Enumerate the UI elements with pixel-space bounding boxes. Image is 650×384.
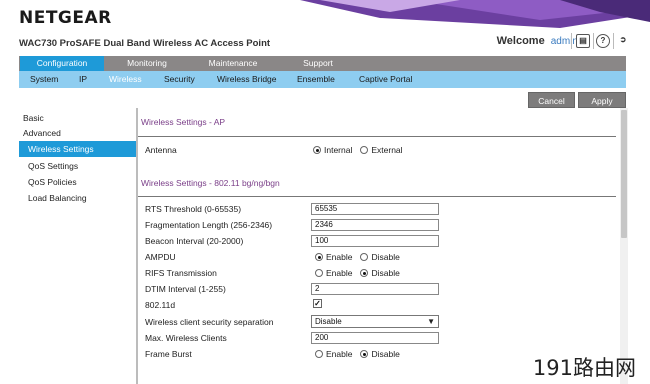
radio-icon[interactable] [360, 253, 369, 261]
dtim-interval-label: DTIM Interval (1-255) [145, 284, 226, 294]
tab-monitoring[interactable]: Monitoring [105, 56, 189, 71]
section-divider [138, 136, 616, 137]
icon-separator [593, 33, 594, 49]
tab-maintenance[interactable]: Maintenance [191, 56, 275, 71]
frame-burst-radio-group: Enable Disable [315, 349, 408, 359]
dot11d-label: 802.11d [145, 300, 176, 310]
side-item-basic[interactable]: Basic [19, 110, 136, 126]
dtim-interval-input[interactable]: 2 [311, 283, 439, 295]
watermark: 191路由网 [532, 356, 636, 380]
subnav-ip[interactable]: IP [79, 71, 87, 88]
radio-icon[interactable] [315, 269, 323, 277]
radio-selected-icon[interactable] [360, 269, 369, 277]
header: NETGEAR WAC730 ProSAFE Dual Band Wireles… [0, 0, 650, 56]
subnav-captive-portal[interactable]: Captive Portal [359, 71, 412, 88]
side-item-qos-policies[interactable]: QoS Policies [19, 174, 136, 190]
ampdu-radio-group: Enable Disable [315, 252, 408, 262]
tab-support[interactable]: Support [276, 56, 360, 71]
radio-selected-icon[interactable] [360, 350, 369, 358]
rifs-label: RIFS Transmission [145, 268, 217, 278]
beacon-interval-label: Beacon Interval (20-2000) [145, 236, 244, 246]
tab-configuration[interactable]: Configuration [20, 56, 104, 71]
fragmentation-input[interactable]: 2346 [311, 219, 439, 231]
antenna-label: Antenna [145, 145, 177, 155]
rifs-enable-option[interactable]: Enable [315, 268, 352, 278]
header-decoration [300, 0, 650, 28]
rts-threshold-label: RTS Threshold (0-65535) [145, 204, 242, 214]
ampdu-label: AMPDU [145, 252, 176, 262]
product-title: WAC730 ProSAFE Dual Band Wireless AC Acc… [19, 38, 271, 49]
rifs-disable-option[interactable]: Disable [360, 268, 400, 278]
side-item-qos-settings[interactable]: QoS Settings [19, 158, 136, 174]
client-separation-select[interactable]: Disable ▼ [311, 315, 439, 328]
frame-burst-enable-option[interactable]: Enable [315, 349, 352, 359]
max-clients-input[interactable]: 200 [311, 332, 439, 344]
side-menu: Basic Advanced Wireless Settings QoS Set… [19, 110, 136, 384]
username: admin [550, 36, 578, 47]
cancel-button[interactable]: Cancel [528, 92, 575, 108]
subnav-wireless[interactable]: Wireless [109, 71, 142, 88]
logout-icon[interactable]: ➲ [616, 34, 630, 48]
antenna-external-option[interactable]: External [360, 145, 403, 155]
content-panel: Wireless Settings - AP Antenna Internal E… [138, 108, 618, 384]
max-clients-label: Max. Wireless Clients [145, 333, 227, 343]
scrollbar-thumb[interactable] [621, 110, 627, 238]
content-scrollbar[interactable] [620, 108, 628, 384]
section-divider [138, 196, 616, 197]
frame-burst-label: Frame Burst [145, 349, 192, 359]
sub-nav-bar: System IP Wireless Security Wireless Bri… [19, 71, 626, 88]
netgear-logo: NETGEAR [19, 8, 112, 28]
main-tab-bar: Configuration Monitoring Maintenance Sup… [19, 56, 626, 71]
rifs-radio-group: Enable Disable [315, 268, 408, 278]
document-icon[interactable]: ▤ [576, 34, 590, 48]
side-item-load-balancing[interactable]: Load Balancing [19, 190, 136, 206]
client-separation-label: Wireless client security separation [145, 317, 274, 327]
subnav-security[interactable]: Security [164, 71, 195, 88]
side-item-wireless-settings[interactable]: Wireless Settings [19, 141, 136, 157]
subnav-system[interactable]: System [30, 71, 58, 88]
beacon-interval-input[interactable]: 100 [311, 235, 439, 247]
subnav-ensemble[interactable]: Ensemble [297, 71, 335, 88]
antenna-radio-group: Internal External [313, 145, 411, 155]
side-item-advanced[interactable]: Advanced [19, 125, 136, 141]
ampdu-enable-option[interactable]: Enable [315, 252, 352, 262]
fragmentation-label: Fragmentation Length (256-2346) [145, 220, 273, 230]
rts-threshold-input[interactable]: 65535 [311, 203, 439, 215]
frame-burst-disable-option[interactable]: Disable [360, 349, 400, 359]
welcome-text: Welcome admin [497, 35, 578, 47]
ampdu-disable-option[interactable]: Disable [360, 252, 400, 262]
radio-icon[interactable] [360, 146, 369, 154]
client-separation-value: Disable [315, 317, 342, 326]
radio-selected-icon[interactable] [313, 146, 321, 154]
radio-icon[interactable] [315, 350, 323, 358]
antenna-internal-option[interactable]: Internal [313, 145, 352, 155]
chevron-down-icon: ▼ [427, 317, 435, 326]
section-title-radio: Wireless Settings - 802.11 bg/ng/bgn [141, 178, 280, 188]
icon-separator [613, 33, 614, 49]
icon-separator [571, 33, 572, 49]
section-title-ap: Wireless Settings - AP [141, 117, 226, 127]
apply-button[interactable]: Apply [578, 92, 626, 108]
subnav-wireless-bridge[interactable]: Wireless Bridge [217, 71, 277, 88]
help-icon[interactable]: ? [596, 34, 610, 48]
welcome-label: Welcome [496, 35, 545, 47]
radio-selected-icon[interactable] [315, 253, 323, 261]
dot11d-checkbox[interactable]: ✓ [313, 299, 322, 308]
